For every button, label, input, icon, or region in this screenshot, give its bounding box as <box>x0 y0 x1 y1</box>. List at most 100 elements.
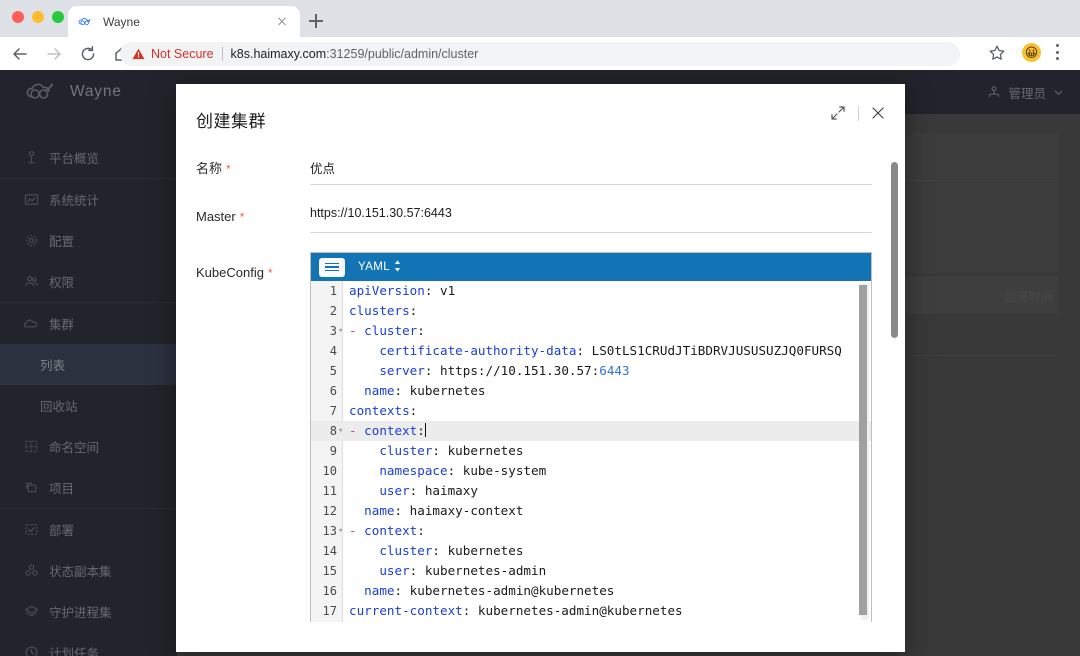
name-input[interactable]: 优点 <box>310 154 872 185</box>
code-line[interactable]: 9 cluster: kubernetes <box>311 441 871 461</box>
code-line[interactable]: 4 certificate-authority-data: LS0tLS1CRU… <box>311 341 871 361</box>
required-asterisk: * <box>239 210 245 224</box>
editor-code-area[interactable]: 1 apiVersion: v1 2 clusters: 3 ▾ - cluster: 4 c… <box>311 281 871 622</box>
profile-avatar-icon[interactable]: 😀 <box>1022 43 1041 62</box>
browser-menu-button[interactable] <box>1056 44 1060 62</box>
line-number: 15 <box>322 564 337 578</box>
field-label-text: KubeConfig <box>196 265 264 280</box>
fold-toggle-icon[interactable]: ▾ <box>338 326 343 336</box>
browser-tab[interactable]: Wayne <box>68 6 300 37</box>
line-number: 12 <box>322 504 337 518</box>
code-line[interactable]: 1 apiVersion: v1 <box>311 281 871 301</box>
line-number: 4 <box>329 344 337 358</box>
master-input-value: https://10.151.30.57:6443 <box>310 206 452 220</box>
code-text: cluster: kubernetes <box>349 543 524 558</box>
list-menu-icon[interactable] <box>319 257 345 277</box>
code-text: kind: Config <box>349 621 440 622</box>
field-label-text: Master <box>196 209 236 224</box>
line-number: 6 <box>329 384 337 398</box>
line-number: 9 <box>329 444 337 458</box>
url-host: k8s.haimaxy.com <box>230 47 327 61</box>
expand-icon[interactable] <box>830 105 847 122</box>
code-text: name: haimaxy-context <box>349 503 524 518</box>
code-line[interactable]: 5 server: https://10.151.30.57:6443 <box>311 361 871 381</box>
security-status-label: Not Secure <box>151 47 214 61</box>
field-kubeconfig: KubeConfig * YAML 1 apiVersion: v1 2 clu… <box>176 252 905 632</box>
field-label-text: 名称 <box>196 161 223 176</box>
new-tab-button[interactable] <box>305 10 327 32</box>
code-line[interactable]: 7 contexts: <box>311 401 871 421</box>
line-number: 18 <box>311 621 337 622</box>
code-text: name: kubernetes <box>349 383 486 398</box>
dialog-header-actions <box>830 105 887 122</box>
line-number: 17 <box>322 604 337 618</box>
mode-spinner-icon[interactable] <box>394 260 401 274</box>
code-text: clusters: <box>349 303 418 318</box>
forward-button[interactable] <box>40 40 68 68</box>
code-line[interactable]: 10 namespace: kube-system <box>311 461 871 481</box>
dialog-scrollbar-thumb[interactable] <box>891 162 898 338</box>
code-line[interactable]: 12 name: haimaxy-context <box>311 501 871 521</box>
warning-triangle-icon <box>132 48 145 59</box>
yaml-editor[interactable]: YAML 1 apiVersion: v1 2 clusters: 3 ▾ - cluste… <box>310 252 872 622</box>
code-text: apiVersion: v1 <box>349 283 456 298</box>
code-line[interactable]: 17 current-context: kubernetes-admin@kube… <box>311 601 871 621</box>
address-bar[interactable]: Not Secure k8s.haimaxy.com:31259/public/… <box>120 42 960 66</box>
field-label: 名称 * <box>196 156 231 182</box>
minimize-window-button[interactable] <box>32 11 44 23</box>
fold-toggle-icon[interactable]: ▾ <box>338 526 343 536</box>
dialog-header: 创建集群 <box>176 84 905 148</box>
bookmark-star-icon[interactable] <box>988 44 1006 67</box>
line-number: 2 <box>329 304 337 318</box>
code-line[interactable]: 13 ▾ - context: <box>311 521 871 541</box>
close-icon[interactable] <box>870 105 887 122</box>
code-text: namespace: kube-system <box>349 463 547 478</box>
code-text: current-context: kubernetes-admin@kubern… <box>349 603 683 618</box>
code-text: - context: <box>349 523 425 538</box>
code-text: cluster: kubernetes <box>349 443 524 458</box>
code-line[interactable]: 11 user: haimaxy <box>311 481 871 501</box>
code-line[interactable]: 15 user: kubernetes-admin <box>311 561 871 581</box>
window-traffic-lights <box>12 11 64 23</box>
code-line[interactable]: 3 ▾ - cluster: <box>311 321 871 341</box>
tab-title: Wayne <box>103 14 140 29</box>
code-line[interactable]: 8 ▾ - context: <box>311 421 871 441</box>
editor-mode-label[interactable]: YAML <box>358 261 390 273</box>
code-text: contexts: <box>349 403 418 418</box>
back-button[interactable] <box>6 40 34 68</box>
field-name: 名称 * 优点 <box>176 148 905 198</box>
code-line[interactable]: 2 clusters: <box>311 301 871 321</box>
code-line[interactable]: 18 kind: Config <box>311 621 871 622</box>
close-window-button[interactable] <box>12 11 24 23</box>
line-number: 7 <box>329 404 337 418</box>
text-cursor <box>424 423 426 437</box>
required-asterisk: * <box>226 162 231 176</box>
line-number: 8 <box>329 424 337 438</box>
line-number: 11 <box>322 484 337 498</box>
editor-scrollbar-thumb[interactable] <box>859 285 867 615</box>
master-input[interactable]: https://10.151.30.57:6443 <box>310 202 872 233</box>
maximize-window-button[interactable] <box>52 11 64 23</box>
omnibox-divider <box>221 47 223 61</box>
editor-scrollbar-track[interactable] <box>859 283 869 620</box>
code-text: name: kubernetes-admin@kubernetes <box>349 583 615 598</box>
fold-toggle-icon[interactable]: ▾ <box>338 426 343 436</box>
line-number: 16 <box>322 584 337 598</box>
code-line[interactable]: 16 name: kubernetes-admin@kubernetes <box>311 581 871 601</box>
browser-window: Wayne Not Secure k8s.haimaxy.com:31259/p… <box>0 0 1080 656</box>
name-input-value: 优点 <box>310 162 336 176</box>
code-lines: 1 apiVersion: v1 2 clusters: 3 ▾ - cluster: 4 c… <box>311 281 871 622</box>
code-text: user: kubernetes-admin <box>349 563 547 578</box>
field-label: KubeConfig * <box>196 260 273 286</box>
code-line[interactable]: 6 name: kubernetes <box>311 381 871 401</box>
browser-tabstrip: Wayne <box>0 0 1080 37</box>
url-path: :31259/public/admin/cluster <box>326 47 479 61</box>
line-number: 1 <box>329 284 337 298</box>
field-label: Master * <box>196 204 244 230</box>
wayne-cloud-logo-icon <box>78 17 91 25</box>
field-master: Master * https://10.151.30.57:6443 <box>176 196 905 246</box>
tab-close-icon[interactable] <box>274 14 290 30</box>
line-number: 5 <box>329 364 337 378</box>
reload-button[interactable] <box>74 40 102 68</box>
code-line[interactable]: 14 cluster: kubernetes <box>311 541 871 561</box>
